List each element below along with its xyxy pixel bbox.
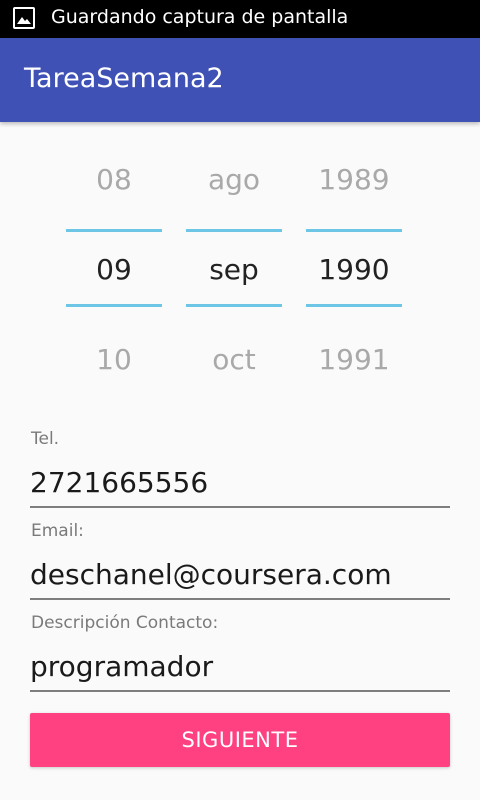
app-title: TareaSemana2 bbox=[24, 63, 224, 94]
year-divider-bottom bbox=[306, 304, 402, 307]
year-selected[interactable]: 1990 bbox=[306, 252, 402, 288]
app-bar: TareaSemana2 bbox=[0, 38, 480, 122]
day-selected[interactable]: 09 bbox=[66, 252, 162, 288]
description-field[interactable]: programador bbox=[30, 650, 213, 683]
day-picker[interactable]: 08 09 10 bbox=[66, 125, 162, 415]
year-next[interactable]: 1991 bbox=[306, 342, 402, 378]
year-prev[interactable]: 1989 bbox=[306, 162, 402, 198]
description-underline bbox=[30, 690, 450, 692]
phone-field[interactable]: 2721665556 bbox=[30, 466, 208, 499]
month-next[interactable]: oct bbox=[186, 342, 282, 378]
month-selected[interactable]: sep bbox=[186, 252, 282, 288]
year-divider-top bbox=[306, 229, 402, 232]
year-picker[interactable]: 1989 1990 1991 bbox=[306, 125, 402, 415]
description-label: Descripción Contacto: bbox=[31, 613, 219, 633]
email-label: Email: bbox=[31, 521, 84, 541]
day-divider-bottom bbox=[66, 304, 162, 307]
status-text: Guardando captura de pantalla bbox=[51, 6, 349, 28]
day-next[interactable]: 10 bbox=[66, 342, 162, 378]
month-prev[interactable]: ago bbox=[186, 162, 282, 198]
phone-label: Tel. bbox=[31, 429, 60, 449]
image-icon bbox=[13, 7, 35, 29]
month-divider-bottom bbox=[186, 304, 282, 307]
next-button-label: SIGUIENTE bbox=[181, 728, 299, 752]
email-underline bbox=[30, 598, 450, 600]
month-picker[interactable]: ago sep oct bbox=[186, 125, 282, 415]
day-prev[interactable]: 08 bbox=[66, 162, 162, 198]
month-divider-top bbox=[186, 229, 282, 232]
email-field[interactable]: deschanel@coursera.com bbox=[30, 558, 392, 591]
status-bar: Guardando captura de pantalla bbox=[0, 0, 480, 38]
day-divider-top bbox=[66, 229, 162, 232]
next-button[interactable]: SIGUIENTE bbox=[30, 713, 450, 767]
phone-underline bbox=[30, 506, 450, 508]
